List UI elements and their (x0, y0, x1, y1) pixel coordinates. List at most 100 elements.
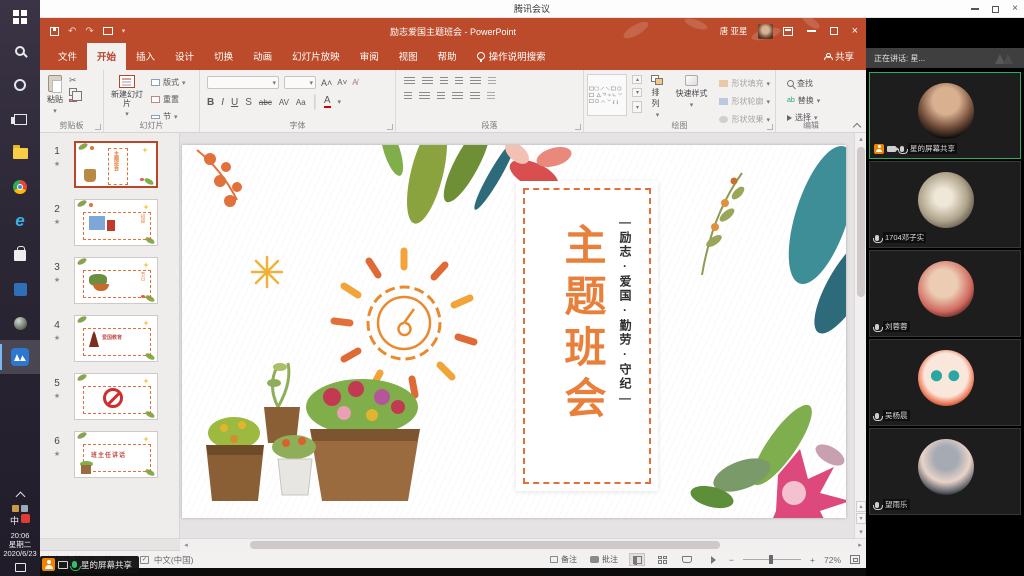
vertical-scrollbar[interactable]: ▴ ▴ ▾ ▾ (854, 133, 866, 538)
ppt-minimize-button[interactable] (807, 30, 816, 31)
undo-icon[interactable]: ↶ (68, 26, 76, 37)
shape-fill-button[interactable]: 形状填充▾ (717, 77, 772, 90)
slideshow-view-button[interactable] (704, 553, 720, 566)
increase-font-icon[interactable]: A˄ (321, 78, 332, 88)
photos-button[interactable] (0, 272, 40, 306)
zoom-level[interactable]: 72% (824, 555, 841, 565)
decrease-indent-icon[interactable] (440, 77, 448, 86)
change-case-button[interactable]: Aa (296, 98, 306, 107)
tencent-meeting-taskbar-button[interactable] (0, 340, 40, 374)
horizontal-scroll-thumb[interactable] (250, 541, 720, 549)
cut-icon[interactable]: ✂ (69, 76, 77, 85)
previous-slide-button[interactable]: ▴ (856, 501, 866, 512)
line-spacing-icon[interactable] (470, 77, 481, 86)
next-slide-button[interactable]: ▾ (856, 513, 866, 524)
save-icon[interactable] (50, 27, 59, 36)
horizontal-scrollbar[interactable]: ◂ ▸ (180, 539, 866, 551)
font-color-button[interactable]: A (324, 96, 331, 108)
slide-thumbnail-5[interactable] (74, 373, 158, 420)
tab-home[interactable]: 开始 (87, 43, 126, 70)
search-button[interactable] (0, 34, 40, 68)
layout-button[interactable]: 版式▾ (149, 76, 188, 89)
tab-view[interactable]: 视图 (389, 43, 428, 70)
scroll-left-icon[interactable]: ◂ (180, 539, 192, 551)
store-button[interactable] (0, 238, 40, 272)
app-button[interactable] (0, 306, 40, 340)
tab-animations[interactable]: 动画 (243, 43, 282, 70)
align-right-icon[interactable] (437, 92, 445, 101)
reading-view-button[interactable] (679, 553, 695, 566)
arrange-button[interactable]: 排列 ▾ (647, 74, 667, 126)
video-tile[interactable]: 1704邓子实 (869, 161, 1021, 248)
drawing-dialog-launcher[interactable] (767, 124, 773, 130)
font-dialog-launcher[interactable] (387, 124, 393, 130)
tray-icons[interactable] (12, 505, 28, 512)
columns-icon[interactable] (470, 92, 480, 101)
collapse-ribbon-button[interactable] (852, 121, 862, 129)
slide-thumbnail-6[interactable]: 班主任讲话 (74, 431, 158, 478)
tab-design[interactable]: 设计 (165, 43, 204, 70)
tab-slideshow[interactable]: 幻灯片放映 (282, 43, 350, 70)
video-tile[interactable]: 吴杨晨 (869, 339, 1021, 426)
clipboard-dialog-launcher[interactable] (95, 124, 101, 130)
shadow-button[interactable]: S (245, 97, 252, 108)
account-avatar[interactable] (758, 24, 773, 39)
new-slide-button[interactable]: 新建幻灯片 ▾ (107, 74, 147, 123)
shape-outline-button[interactable]: 形状轮廓▾ (717, 95, 772, 108)
ime-indicator[interactable]: 中 (10, 514, 19, 527)
slide-thumbnail-4[interactable]: 爱国教育 (74, 315, 158, 362)
customize-qat-caret-icon[interactable]: ▾ (122, 27, 126, 35)
vertical-scroll-thumb[interactable] (857, 147, 865, 297)
strikethrough-button[interactable]: abc (259, 98, 272, 107)
tab-help[interactable]: 帮助 (428, 43, 467, 70)
share-button[interactable]: 共享 (812, 43, 866, 70)
chrome-button[interactable] (0, 170, 40, 204)
tab-insert[interactable]: 插入 (126, 43, 165, 70)
numbering-icon[interactable] (422, 77, 433, 86)
zoom-out-button[interactable]: − (729, 555, 734, 565)
copy-icon[interactable] (69, 88, 77, 96)
char-spacing-button[interactable]: AV (279, 98, 289, 107)
taskbar-clock[interactable]: 20:06 星期二 2020/6/23 (3, 531, 36, 558)
font-size-dropdown[interactable]: ▾ (284, 76, 316, 89)
tab-transitions[interactable]: 切换 (204, 43, 243, 70)
paragraph-dialog-launcher[interactable] (575, 124, 581, 130)
start-slideshow-icon[interactable] (103, 27, 113, 35)
zoom-slider[interactable] (743, 559, 801, 561)
start-button[interactable] (0, 0, 40, 34)
shapes-gallery[interactable]: { } (587, 74, 627, 116)
action-center-button[interactable] (15, 563, 26, 572)
file-explorer-button[interactable] (0, 136, 40, 170)
ribbon-display-options-icon[interactable] (783, 27, 793, 36)
slide-canvas[interactable]: 主题班会 —励志·爱国·勤劳·守纪— (180, 133, 854, 538)
smartart-icon[interactable] (487, 92, 495, 101)
edge-button[interactable]: e (0, 204, 40, 238)
zoom-in-button[interactable]: + (810, 555, 815, 565)
text-direction-icon[interactable] (488, 77, 496, 86)
ppt-maximize-button[interactable] (830, 27, 838, 35)
spellcheck-icon[interactable]: ✓ (140, 556, 149, 564)
notes-button[interactable]: 备注 (548, 553, 579, 566)
paste-button[interactable]: 粘贴 ▾ (43, 74, 67, 116)
bold-button[interactable]: B (207, 97, 214, 108)
quick-styles-button[interactable]: 快速样式 ▾ (671, 74, 711, 126)
decrease-font-icon[interactable]: A˅ (337, 78, 347, 87)
replace-button[interactable]: ab替换▾ (785, 94, 837, 107)
video-tile[interactable]: 刘蓉蓉 (869, 250, 1021, 337)
align-center-icon[interactable] (419, 92, 430, 101)
meeting-minimize-button[interactable] (971, 8, 979, 10)
underline-button[interactable]: U (231, 97, 238, 108)
slide-thumbnail-2[interactable]: 班级 (74, 199, 158, 246)
slide-sorter-view-button[interactable] (654, 553, 670, 566)
shapes-scroll-down-icon[interactable]: ▾ (632, 88, 642, 97)
shapes-more-icon[interactable]: ▾ (632, 101, 642, 113)
screen-share-indicator[interactable]: 星的屏幕共享 (40, 556, 139, 573)
comments-button[interactable]: 批注 (588, 553, 620, 566)
tray-app-icon[interactable] (21, 514, 30, 523)
reset-button[interactable]: 重置 (149, 93, 188, 106)
align-left-icon[interactable] (404, 92, 412, 101)
clear-format-icon[interactable]: A̸ (352, 78, 357, 87)
increase-indent-icon[interactable] (455, 77, 463, 86)
task-view-button[interactable] (0, 102, 40, 136)
meeting-close-button[interactable]: × (1012, 4, 1018, 14)
